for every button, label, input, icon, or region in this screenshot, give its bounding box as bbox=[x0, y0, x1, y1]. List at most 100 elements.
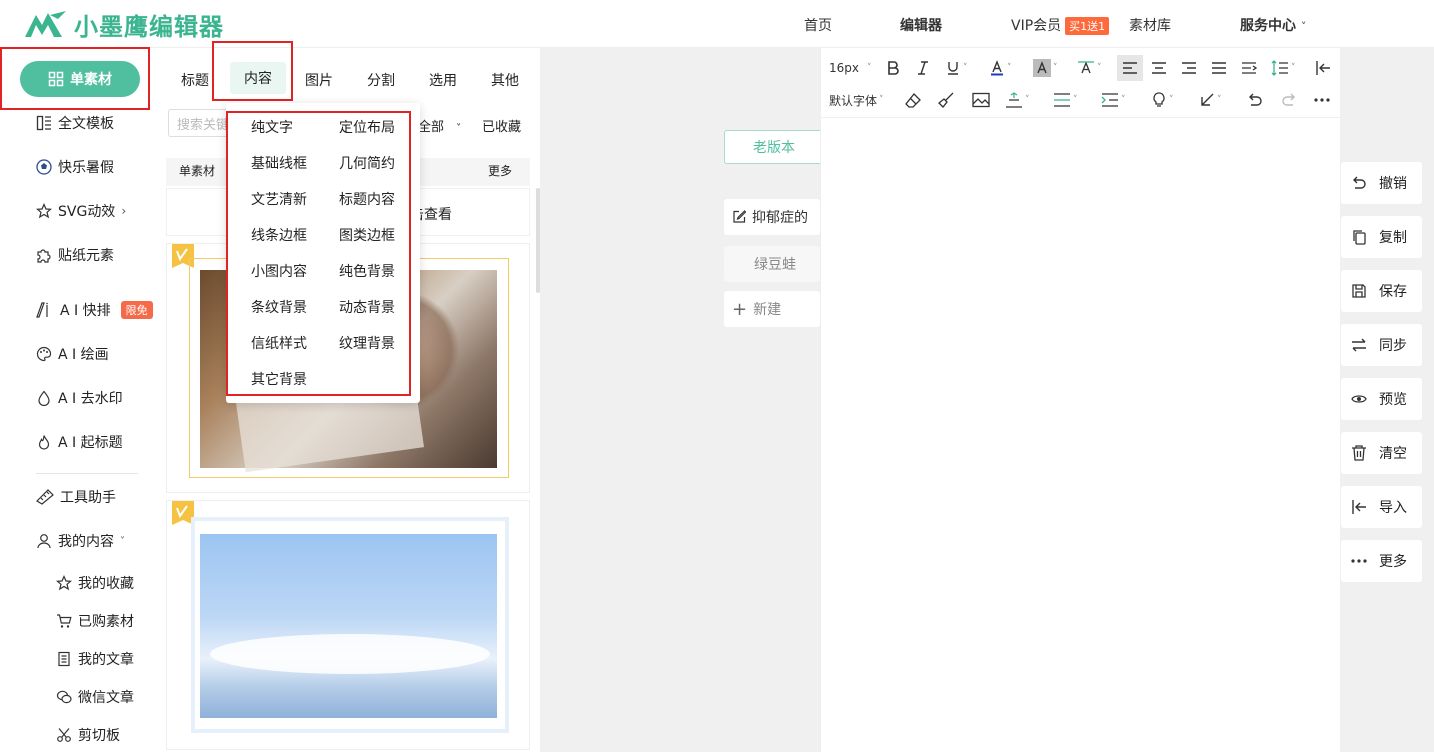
sidebar-item-summer[interactable]: 快乐暑假 bbox=[36, 154, 114, 180]
letter-spacing-button[interactable]: ˅ bbox=[1077, 57, 1102, 79]
sidebar-item-ai-painting[interactable]: A I 绘画 bbox=[36, 341, 109, 367]
indent-button[interactable] bbox=[1241, 57, 1257, 79]
italic-button[interactable] bbox=[915, 57, 931, 79]
dropdown-item[interactable]: 几何简约 bbox=[339, 153, 395, 173]
nav-home[interactable]: 首页 bbox=[804, 15, 832, 35]
import-button[interactable]: 导入 bbox=[1341, 486, 1422, 528]
tab-divider[interactable]: 分割 bbox=[367, 70, 395, 90]
sync-icon bbox=[1352, 338, 1366, 352]
dropdown-item[interactable]: 图类边框 bbox=[339, 225, 395, 245]
dropdown-item[interactable]: 小图内容 bbox=[251, 261, 307, 281]
tab-title[interactable]: 标题 bbox=[181, 70, 209, 90]
favorites-filter[interactable]: 已收藏 bbox=[482, 116, 521, 135]
dropdown-item[interactable]: 纹理背景 bbox=[339, 333, 395, 353]
dropdown-item[interactable]: 定位布局 bbox=[339, 117, 395, 137]
dropdown-item[interactable]: 条纹背景 bbox=[251, 297, 307, 317]
sidebar-item-full-template[interactable]: 全文模板 bbox=[36, 110, 114, 136]
sidebar-label: A I 起标题 bbox=[58, 435, 123, 451]
undo-toolbar-button[interactable] bbox=[1247, 89, 1263, 111]
cart-icon bbox=[57, 614, 72, 628]
sync-button[interactable]: 同步 bbox=[1341, 324, 1422, 366]
preview-button[interactable]: 预览 bbox=[1341, 378, 1422, 420]
more-button[interactable]: 更多 bbox=[1341, 540, 1422, 582]
strikethrough-button[interactable]: ˅ bbox=[1053, 89, 1078, 111]
more-link[interactable]: 更多 bbox=[488, 162, 512, 179]
material-card[interactable] bbox=[166, 500, 530, 750]
sidebar-item-ai-watermark[interactable]: A I 去水印 bbox=[36, 385, 123, 411]
save-button[interactable]: 保存 bbox=[1341, 270, 1422, 312]
top-bar: 小墨鹰编辑器 首页 编辑器 VIP会员 买1送1 素材库 服务中心 ˅ bbox=[0, 0, 1434, 48]
redo-toolbar-button[interactable] bbox=[1281, 89, 1297, 111]
dropdown-item[interactable]: 文艺清新 bbox=[251, 189, 307, 209]
old-version-button[interactable]: 老版本 bbox=[724, 130, 824, 164]
sidebar-subitem-my-articles[interactable]: 我的文章 bbox=[56, 646, 134, 672]
insert-image-button[interactable] bbox=[972, 89, 990, 111]
more-dots-icon bbox=[1314, 98, 1330, 102]
chevron-down-icon: ˅ bbox=[1025, 95, 1030, 105]
sidebar-item-tools[interactable]: 工具助手 bbox=[36, 484, 116, 510]
document-icon bbox=[58, 651, 70, 667]
logo[interactable]: 小墨鹰编辑器 bbox=[22, 6, 224, 42]
align-right-button[interactable] bbox=[1181, 57, 1197, 79]
highlight-button[interactable]: ˅ bbox=[1033, 57, 1058, 79]
exit-button[interactable] bbox=[1315, 57, 1331, 79]
action-label: 预览 bbox=[1379, 392, 1407, 408]
arrow-button[interactable]: ˅ bbox=[1199, 89, 1222, 111]
align-center-icon bbox=[1152, 62, 1166, 74]
sidebar-item-ai-title[interactable]: A I 起标题 bbox=[36, 429, 123, 455]
undo-button[interactable]: 撤销 bbox=[1341, 162, 1422, 204]
new-doc-button[interactable]: + 新建 bbox=[724, 291, 820, 327]
tab-other[interactable]: 其他 bbox=[491, 70, 519, 90]
action-label: 更多 bbox=[1379, 554, 1407, 570]
sidebar-subitem-purchased[interactable]: 已购素材 bbox=[56, 608, 134, 634]
sidebar-item-svg-effects[interactable]: SVG动效 › bbox=[36, 198, 126, 224]
strikethrough-icon bbox=[1054, 93, 1070, 107]
tab-selected[interactable]: 选用 bbox=[429, 70, 457, 90]
nav-vip[interactable]: VIP会员 买1送1 bbox=[1011, 15, 1110, 35]
sidebar-subitem-wechat-articles[interactable]: 微信文章 bbox=[56, 684, 134, 710]
nav-editor[interactable]: 编辑器 bbox=[900, 15, 942, 35]
copy-button[interactable]: 复制 bbox=[1341, 216, 1422, 258]
align-center-button[interactable] bbox=[1151, 57, 1167, 79]
sidebar-item-my-content[interactable]: 我的内容 ˅ bbox=[36, 528, 125, 554]
dropdown-item[interactable]: 基础线框 bbox=[251, 153, 307, 173]
underline-button[interactable]: ˅ bbox=[945, 57, 968, 79]
align-justify-button[interactable] bbox=[1211, 57, 1227, 79]
clear-button[interactable]: 清空 bbox=[1341, 432, 1422, 474]
more-toolbar-button[interactable] bbox=[1313, 89, 1331, 111]
nav-service-center[interactable]: 服务中心 ˅ bbox=[1240, 15, 1306, 35]
eraser-button[interactable] bbox=[905, 89, 921, 111]
font-size-select[interactable]: 16px ˅ bbox=[829, 57, 872, 79]
tab-content[interactable]: 内容 bbox=[230, 62, 286, 94]
format-brush-button[interactable] bbox=[938, 89, 954, 111]
dropdown-item[interactable]: 其它背景 bbox=[251, 369, 307, 389]
doc-item[interactable]: 绿豆蛙 bbox=[724, 246, 820, 282]
align-left-button[interactable] bbox=[1117, 55, 1143, 81]
sidebar-item-stickers[interactable]: 贴纸元素 bbox=[36, 242, 114, 268]
sidebar-item-ai-layout[interactable]: A I 快排 限免 bbox=[36, 297, 153, 323]
bulb-button[interactable]: ˅ bbox=[1151, 89, 1174, 111]
doc-item[interactable]: 抑郁症的 bbox=[724, 199, 820, 235]
indent-spacing-button[interactable]: ˅ bbox=[1101, 89, 1126, 111]
chevron-down-icon: ˅ bbox=[120, 535, 125, 547]
sidebar-item-single-material[interactable]: 单素材 bbox=[20, 61, 140, 97]
action-label: 同步 bbox=[1379, 338, 1407, 354]
bold-button[interactable] bbox=[885, 57, 901, 79]
tab-image[interactable]: 图片 bbox=[305, 70, 333, 90]
dropdown-item[interactable]: 信纸样式 bbox=[251, 333, 307, 353]
dropdown-item[interactable]: 动态背景 bbox=[339, 297, 395, 317]
dropdown-item[interactable]: 纯文字 bbox=[251, 117, 293, 137]
nav-material-library[interactable]: 素材库 bbox=[1129, 15, 1171, 35]
font-family-select[interactable]: 默认字体 ˅ bbox=[829, 89, 884, 111]
filter-all-select[interactable]: 全部 ˅ bbox=[418, 116, 461, 135]
dropdown-item[interactable]: 纯色背景 bbox=[339, 261, 395, 281]
font-color-button[interactable]: ˅ bbox=[989, 57, 1012, 79]
dropdown-item[interactable]: 标题内容 bbox=[339, 189, 395, 209]
sidebar-subitem-clipboard[interactable]: 剪切板 bbox=[56, 722, 120, 748]
sidebar-subitem-favorites[interactable]: 我的收藏 bbox=[56, 570, 134, 596]
nav-vip-label: VIP会员 bbox=[1011, 18, 1062, 34]
sidebar-sublabel: 剪切板 bbox=[78, 728, 120, 744]
spacing-button[interactable]: ˅ bbox=[1005, 89, 1030, 111]
line-height-button[interactable]: ˅ bbox=[1271, 57, 1296, 79]
dropdown-item[interactable]: 线条边框 bbox=[251, 225, 307, 245]
